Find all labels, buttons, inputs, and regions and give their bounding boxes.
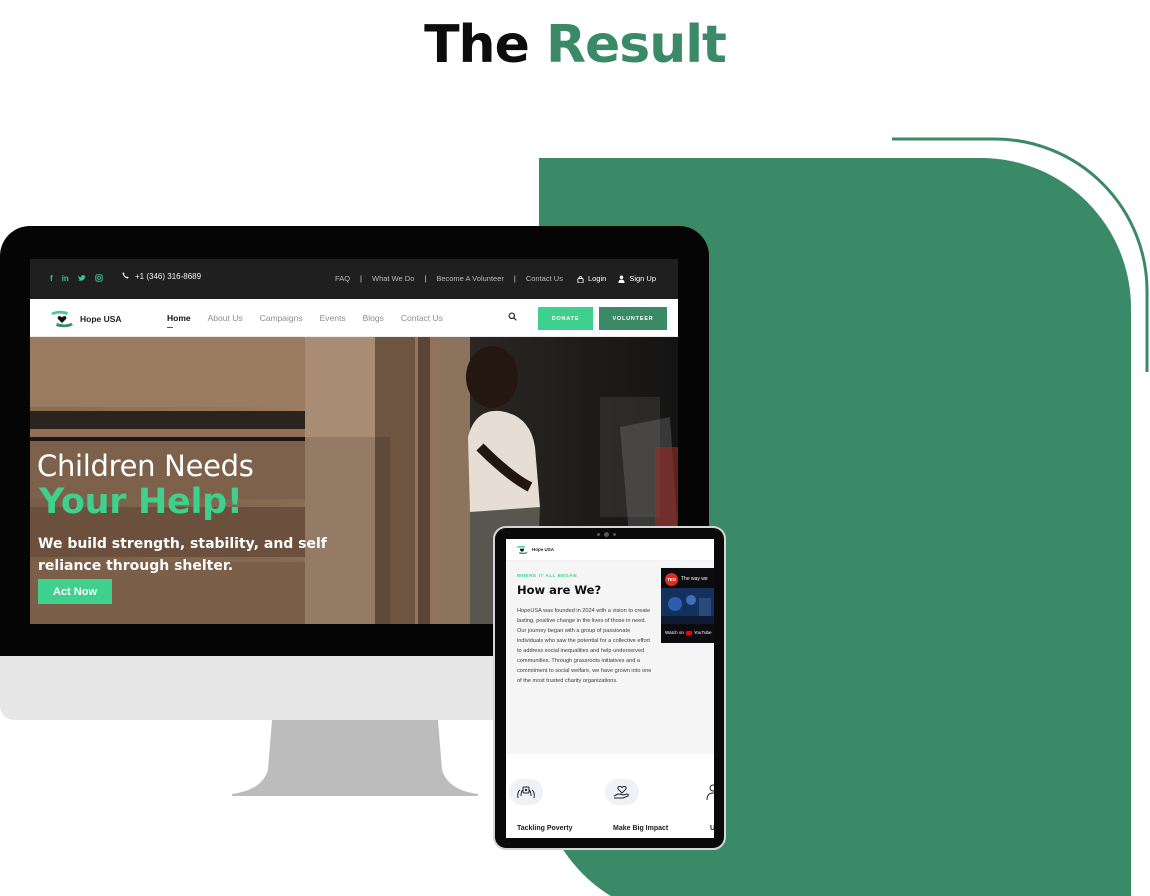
top-link-what-we-do[interactable]: What We Do [372,274,414,283]
social-links: f in [50,274,103,284]
main-navbar: Hope USA Home About Us Campaigns Events … [30,299,678,337]
watch-on-label: Watch on [665,630,684,635]
partial-feature-label: U [710,825,714,832]
monitor-stand [232,720,478,796]
about-eyebrow: WHERE IT ALL BEGAN [517,573,578,578]
volunteer-button[interactable]: VOLUNTEER [599,307,667,330]
divider: | [424,274,427,283]
tablet-device: Hope USA WHERE IT ALL BEGAN How are We? … [493,526,726,850]
login-label: Login [587,274,607,283]
feature-make-big-impact: Make Big Impact [613,825,669,832]
user-icon [618,275,625,283]
headline-word-the: The [424,15,530,75]
phone-icon [122,272,129,281]
feature-row: Tackling Poverty Make Big Impact U [506,779,714,838]
divider: | [513,274,516,283]
youtube-icon [685,630,692,635]
hope-logo-icon [51,310,73,328]
nav-blogs[interactable]: Blogs [363,313,384,323]
top-link-contact-us[interactable]: Contact Us [526,274,563,283]
nav-contact-us[interactable]: Contact Us [401,313,443,323]
phone-text: +1 (346) 316-8689 [135,272,202,281]
site-logo[interactable]: Hope USA [50,309,122,329]
tablet-brand-name: Hope USA [532,547,555,552]
signup-link[interactable]: Sign Up [618,274,656,283]
linkedin-icon[interactable]: in [62,274,69,284]
tablet-screen: Hope USA WHERE IT ALL BEGAN How are We? … [506,539,714,838]
hero-heading-line1: Children Needs [37,449,254,483]
twitter-icon[interactable] [77,274,86,284]
tablet-header: Hope USA [506,539,714,561]
search-icon[interactable] [508,312,517,324]
hope-logo-icon [516,545,528,554]
hero-subtitle: We build strength, stability, and self r… [38,536,327,574]
phone-number[interactable]: +1 (346) 316-8689 [122,272,201,281]
about-body: HopeUSA was founded in 2024 with a visio… [517,608,652,684]
nav-home[interactable]: Home [167,313,191,328]
headline-word-result: Result [545,15,727,75]
partial-feature-icon [704,783,714,801]
divider: | [360,274,362,283]
top-link-become-volunteer[interactable]: Become A Volunteer [436,274,504,283]
act-now-button[interactable]: Act Now [38,579,112,604]
page-headline: The Result [0,14,1150,76]
feature-tackling-poverty: Tackling Poverty [517,825,573,832]
poverty-icon [509,779,543,805]
login-link[interactable]: Login [577,274,606,283]
top-utility-bar: f in +1 (346) 316-8689 FAQ | What We Do … [30,259,678,299]
lock-icon [577,275,584,283]
signup-label: Sign Up [629,274,656,283]
donate-button[interactable]: DONATE [538,307,593,330]
heart-hand-icon [605,779,639,805]
ted-video-embed[interactable]: TED The way we Watch on YouTube [661,568,714,643]
hero-heading-line2: Your Help! [39,482,243,522]
top-link-faq[interactable]: FAQ [335,274,350,283]
nav-links: Home About Us Campaigns Events Blogs Con… [167,313,443,328]
watch-on-youtube[interactable]: Watch on YouTube [665,630,712,635]
youtube-label: YouTube [693,630,712,635]
ted-badge: TED [665,573,678,586]
instagram-icon[interactable] [95,274,103,284]
about-title: How are We? [517,583,602,597]
top-links: FAQ | What We Do | Become A Volunteer | … [335,274,656,283]
nav-about-us[interactable]: About Us [208,313,243,323]
video-title: The way we [681,576,708,582]
nav-campaigns[interactable]: Campaigns [260,313,303,323]
nav-events[interactable]: Events [320,313,346,323]
brand-name: Hope USA [80,314,122,324]
tablet-camera [591,531,621,537]
facebook-icon[interactable]: f [50,274,53,284]
